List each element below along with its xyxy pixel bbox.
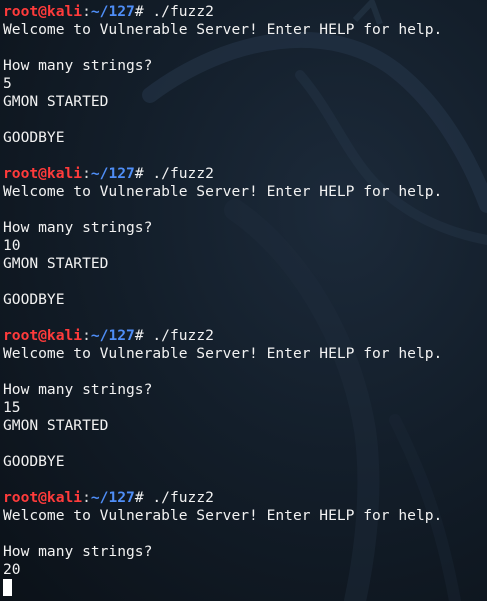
welcome-line: Welcome to Vulnerable Server! Enter HELP…	[3, 21, 443, 38]
command-text: ./fuzz2	[143, 165, 214, 182]
prompt-separator: :	[82, 489, 91, 506]
prompt-symbol: #	[134, 3, 144, 20]
prompt-separator: :	[82, 165, 91, 182]
prompt-user: root@kali	[3, 327, 83, 344]
answer-line: 5	[3, 75, 12, 92]
goodbye-line: GOODBYE	[3, 453, 65, 470]
prompt-path: ~/127	[90, 327, 135, 344]
terminal-cursor	[3, 579, 12, 596]
prompt-line: root@kali:~/127# ./fuzz2	[3, 165, 487, 183]
started-line: GMON STARTED	[3, 417, 109, 434]
input-line[interactable]	[3, 579, 487, 597]
question-line: How many strings?	[3, 219, 153, 236]
question-line: How many strings?	[3, 57, 153, 74]
answer-line: 20	[3, 561, 21, 578]
welcome-line: Welcome to Vulnerable Server! Enter HELP…	[3, 345, 443, 362]
prompt-symbol: #	[134, 489, 144, 506]
prompt-user: root@kali	[3, 3, 83, 20]
goodbye-line: GOODBYE	[3, 129, 65, 146]
terminal-output: root@kali:~/127# ./fuzz2 Welcome to Vuln…	[3, 3, 487, 597]
command-text: ./fuzz2	[143, 3, 214, 20]
prompt-line: root@kali:~/127# ./fuzz2	[3, 3, 487, 21]
welcome-line: Welcome to Vulnerable Server! Enter HELP…	[3, 507, 443, 524]
prompt-user: root@kali	[3, 489, 83, 506]
question-line: How many strings?	[3, 381, 153, 398]
started-line: GMON STARTED	[3, 93, 109, 110]
goodbye-line: GOODBYE	[3, 291, 65, 308]
prompt-path: ~/127	[90, 489, 135, 506]
command-text: ./fuzz2	[143, 489, 214, 506]
prompt-path: ~/127	[90, 165, 135, 182]
prompt-user: root@kali	[3, 165, 83, 182]
welcome-line: Welcome to Vulnerable Server! Enter HELP…	[3, 183, 443, 200]
prompt-path: ~/127	[90, 3, 135, 20]
prompt-separator: :	[82, 3, 91, 20]
prompt-symbol: #	[134, 165, 144, 182]
prompt-line: root@kali:~/127# ./fuzz2	[3, 489, 487, 507]
terminal-window[interactable]: root@kali:~/127# ./fuzz2 Welcome to Vuln…	[0, 0, 487, 601]
prompt-symbol: #	[134, 327, 144, 344]
started-line: GMON STARTED	[3, 255, 109, 272]
answer-line: 10	[3, 237, 21, 254]
answer-line: 15	[3, 399, 21, 416]
command-text: ./fuzz2	[143, 327, 214, 344]
question-line: How many strings?	[3, 543, 153, 560]
prompt-line: root@kali:~/127# ./fuzz2	[3, 327, 487, 345]
prompt-separator: :	[82, 327, 91, 344]
